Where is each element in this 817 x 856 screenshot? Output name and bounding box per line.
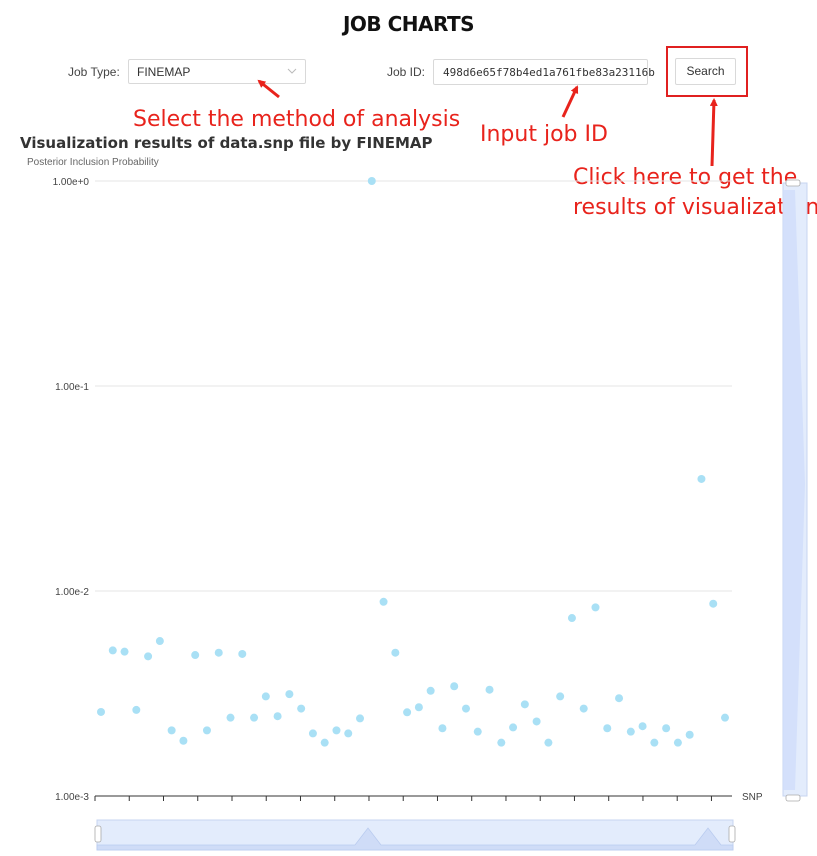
data-point[interactable] [638,722,647,731]
data-point[interactable] [556,692,565,701]
data-point[interactable] [591,603,600,612]
data-point[interactable] [261,692,270,701]
data-point[interactable] [497,738,506,747]
data-point[interactable] [650,738,659,747]
data-point[interactable] [662,724,671,733]
data-point[interactable] [120,647,129,656]
data-point[interactable] [238,649,247,658]
x-zoom-handle-left[interactable] [94,825,102,843]
data-point[interactable] [367,177,376,185]
data-point[interactable] [579,704,588,713]
data-point[interactable] [426,686,435,695]
y-tick-label: 1.00e-1 [55,382,89,393]
data-point[interactable] [214,648,223,657]
x-zoom-handle-right[interactable] [728,825,736,843]
data-point[interactable] [155,637,164,646]
data-point[interactable] [202,726,211,735]
data-point[interactable] [603,724,612,733]
data-point[interactable] [167,726,176,735]
data-point[interactable] [108,646,117,655]
data-point[interactable] [626,727,635,736]
arrow-to-job-id [561,85,579,118]
data-point[interactable] [297,704,306,713]
data-point[interactable] [344,729,353,738]
y-zoom-handle-bottom[interactable] [785,794,801,802]
data-point[interactable] [532,717,541,726]
data-point[interactable] [132,705,141,714]
data-point[interactable] [544,738,553,747]
data-point[interactable] [520,700,529,709]
data-point[interactable] [721,713,729,722]
x-axis-label: SNP [742,792,763,803]
arrow-to-search [709,98,718,167]
data-point[interactable] [438,724,447,733]
data-point[interactable] [403,708,412,717]
data-point[interactable] [332,726,341,735]
data-point[interactable] [379,597,388,606]
data-point[interactable] [697,474,706,483]
data-point[interactable] [391,648,400,657]
data-point[interactable] [356,714,365,723]
data-point[interactable] [144,652,153,661]
y-zoom-handle-top[interactable] [785,179,801,187]
data-point[interactable] [685,730,694,739]
data-point[interactable] [97,707,105,716]
data-point[interactable] [567,614,576,623]
data-point[interactable] [320,738,329,747]
data-point[interactable] [414,703,423,712]
data-point[interactable] [191,651,200,660]
data-point[interactable] [450,682,459,691]
data-point[interactable] [285,690,294,699]
data-point[interactable] [226,713,235,722]
data-point[interactable] [273,712,282,721]
data-point[interactable] [308,729,317,738]
data-point[interactable] [673,738,682,747]
data-point[interactable] [709,599,718,608]
y-tick-label: 1.00e+0 [53,177,90,188]
x-zoom-slider[interactable] [94,819,736,851]
arrow-to-job-type [257,79,280,99]
data-point[interactable] [179,736,188,745]
data-point[interactable] [250,713,259,722]
data-point[interactable] [509,723,518,732]
y-tick-label: 1.00e-2 [55,587,89,598]
data-point[interactable] [615,694,624,703]
scatter-chart: 1.00e-3 1.00e-2 1.00e-1 1.00e+0 SNP [53,79,808,851]
y-tick-label: 1.00e-3 [55,792,89,803]
data-point[interactable] [461,704,470,713]
data-point[interactable] [473,727,482,736]
data-point[interactable] [485,685,494,694]
y-zoom-slider[interactable] [782,179,808,802]
